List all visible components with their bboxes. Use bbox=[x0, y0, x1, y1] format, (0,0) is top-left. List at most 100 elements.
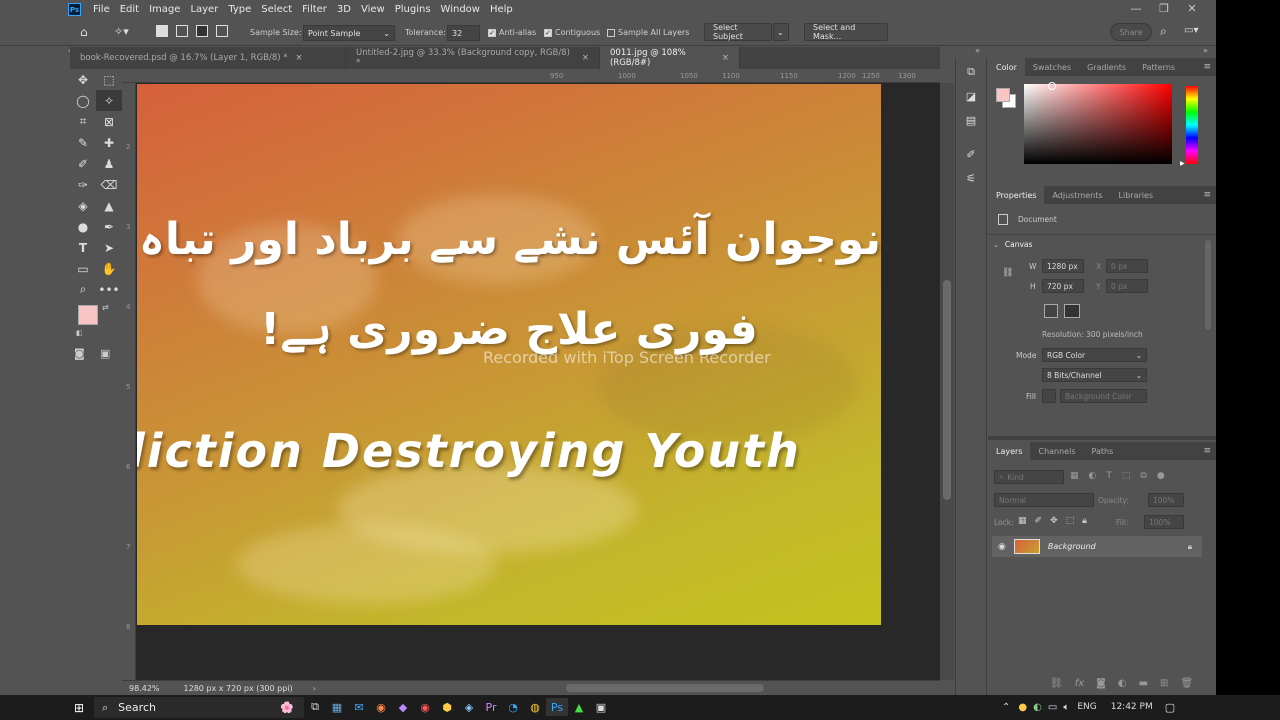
layer-effects-icon[interactable]: fx bbox=[1075, 678, 1084, 689]
more-tools-icon[interactable]: ••• bbox=[96, 279, 122, 300]
tab-channels[interactable]: Channels bbox=[1030, 442, 1083, 460]
smart-object-filter-icon[interactable]: ⧉ bbox=[1140, 471, 1146, 481]
zoom-tool-icon[interactable]: ⌕ bbox=[70, 279, 96, 300]
history-panel-icon[interactable]: ⧉ bbox=[961, 62, 981, 82]
close-tab-icon[interactable]: × bbox=[582, 53, 589, 63]
chrome-icon[interactable]: ◍ bbox=[524, 698, 546, 716]
volume-icon[interactable]: 🔈︎ bbox=[1063, 702, 1069, 713]
delete-layer-icon[interactable]: 🗑︎ bbox=[1180, 678, 1193, 689]
document-info[interactable]: 1280 px x 720 px (300 ppi) bbox=[184, 684, 293, 693]
add-mask-icon[interactable]: ◙ bbox=[1096, 678, 1106, 689]
link-dimensions-icon[interactable]: ⛓ bbox=[1002, 268, 1013, 278]
brush-settings-icon[interactable]: ✐ bbox=[961, 144, 981, 164]
status-menu-icon[interactable]: › bbox=[313, 684, 316, 693]
filter-toggle-icon[interactable]: ● bbox=[1157, 471, 1165, 481]
color-picker-field[interactable] bbox=[1024, 82, 1172, 164]
panel-menu-icon[interactable]: ≡ bbox=[1203, 190, 1211, 200]
shape-filter-icon[interactable]: ⬚ bbox=[1122, 471, 1131, 481]
eyedropper-tool-icon[interactable]: ✎ bbox=[70, 132, 96, 153]
brush-tool-icon[interactable]: ✐ bbox=[70, 153, 96, 174]
widgets-icon[interactable]: ▦ bbox=[326, 698, 348, 716]
new-selection-icon[interactable] bbox=[156, 25, 168, 37]
tab-properties[interactable]: Properties bbox=[988, 186, 1045, 204]
tab-book-recovered[interactable]: book-Recovered.psd @ 16.7% (Layer 1, RGB… bbox=[70, 47, 346, 69]
foreground-color-swatch[interactable] bbox=[78, 305, 98, 325]
expand-panel-icon[interactable]: » bbox=[1203, 46, 1208, 55]
tab-untitled-2[interactable]: Untitled-2.jpg @ 33.3% (Background copy,… bbox=[346, 47, 600, 69]
image-viewer-icon[interactable]: ▣ bbox=[590, 698, 612, 716]
network-icon[interactable]: ▭ bbox=[1048, 702, 1057, 713]
paint-bucket-tool-icon[interactable]: ◈ bbox=[70, 195, 96, 216]
opacity-input[interactable]: 100% bbox=[1148, 493, 1184, 507]
tray-app-icon[interactable]: ● bbox=[1018, 702, 1027, 713]
taskbar-search[interactable]: ⌕ Search 🌸 bbox=[94, 697, 304, 718]
horizontal-scroll-thumb[interactable] bbox=[566, 684, 764, 692]
new-group-icon[interactable]: ▬ bbox=[1139, 678, 1148, 689]
app-icon[interactable]: ◆ bbox=[392, 698, 414, 716]
lock-all-icon[interactable]: 🔒︎ bbox=[1082, 516, 1087, 526]
premiere-icon[interactable]: Pr bbox=[480, 698, 502, 716]
spreadsheet-icon[interactable]: ▲ bbox=[568, 698, 590, 716]
tab-layers[interactable]: Layers bbox=[988, 442, 1031, 460]
tray-app-icon-2[interactable]: ◐ bbox=[1033, 702, 1042, 713]
tab-patterns[interactable]: Patterns bbox=[1134, 58, 1183, 76]
photoshop-taskbar-icon[interactable]: Ps bbox=[546, 698, 568, 716]
portrait-orientation-icon[interactable] bbox=[1044, 304, 1058, 318]
menu-filter[interactable]: Filter bbox=[297, 4, 332, 15]
eraser-tool-icon[interactable]: ⌫ bbox=[96, 174, 122, 195]
add-selection-icon[interactable] bbox=[176, 25, 188, 37]
menu-select[interactable]: Select bbox=[256, 4, 297, 15]
zoom-level[interactable]: 98.42% bbox=[129, 684, 160, 693]
layer-name[interactable]: Background bbox=[1048, 542, 1096, 551]
swap-colors-icon[interactable]: ⇄ bbox=[102, 303, 109, 312]
menu-edit[interactable]: Edit bbox=[115, 4, 144, 15]
minimize-button[interactable]: — bbox=[1122, 2, 1150, 15]
type-filter-icon[interactable]: T bbox=[1106, 471, 1112, 481]
crop-tool-icon[interactable]: ⌗ bbox=[70, 111, 96, 132]
contiguous-checkbox[interactable]: ✓ Contiguous bbox=[544, 28, 604, 37]
blend-mode-select[interactable]: Normal bbox=[994, 493, 1094, 507]
tab-paths[interactable]: Paths bbox=[1084, 442, 1122, 460]
app-icon-2[interactable]: ◈ bbox=[458, 698, 480, 716]
tab-libraries[interactable]: Libraries bbox=[1111, 186, 1162, 204]
close-button[interactable]: ✕ bbox=[1178, 2, 1206, 15]
bit-depth-select[interactable]: 8 Bits/Channel ⌄ bbox=[1042, 368, 1147, 382]
search-icon[interactable]: ⌕ bbox=[1160, 24, 1167, 39]
frame-tool-icon[interactable]: ⊠ bbox=[96, 111, 122, 132]
tab-gradients[interactable]: Gradients bbox=[1079, 58, 1134, 76]
dodge-tool-icon[interactable]: ● bbox=[70, 216, 96, 237]
color-foreground-swatch[interactable] bbox=[996, 88, 1010, 102]
mode-select[interactable]: RGB Color ⌄ bbox=[1042, 348, 1147, 362]
notifications-icon[interactable]: ▢ bbox=[1165, 701, 1175, 714]
menu-file[interactable]: File bbox=[88, 4, 115, 15]
magic-wand-tool-icon[interactable]: ✧ bbox=[96, 90, 122, 111]
workspace-icon[interactable]: ▭▾ bbox=[1184, 25, 1198, 36]
sample-size-select[interactable]: Point Sample ⌄ bbox=[303, 25, 395, 41]
pixel-filter-icon[interactable]: ▦ bbox=[1070, 471, 1079, 481]
close-tab-icon[interactable]: × bbox=[722, 53, 729, 63]
hand-tool-icon[interactable]: ✋ bbox=[96, 258, 122, 279]
recorder-app-icon[interactable]: ◉ bbox=[414, 698, 436, 716]
anti-alias-checkbox[interactable]: ✓ Anti-alias bbox=[488, 28, 540, 37]
layer-kind-filter[interactable]: ⌕ Kind bbox=[994, 470, 1064, 484]
lock-pixels-icon[interactable]: ✐ bbox=[1035, 516, 1043, 526]
adjustments-sliders-icon[interactable]: ⚟ bbox=[961, 168, 981, 188]
share-button[interactable]: Share bbox=[1110, 23, 1152, 41]
hue-slider-handle-icon[interactable]: ▶ bbox=[1180, 160, 1185, 167]
fill-select[interactable]: Background Color bbox=[1060, 389, 1147, 403]
lasso-tool-icon[interactable]: ◯ bbox=[70, 90, 96, 111]
link-layers-icon[interactable]: ⛓ bbox=[1050, 678, 1063, 689]
default-colors-icon[interactable]: ◧ bbox=[76, 329, 83, 337]
visibility-eye-icon[interactable]: ◉ bbox=[998, 542, 1006, 552]
subtract-selection-icon[interactable] bbox=[196, 25, 208, 37]
select-subject-dropdown[interactable]: ⌄ bbox=[773, 23, 789, 41]
menu-3d[interactable]: 3D bbox=[332, 4, 356, 15]
document-canvas[interactable]: نوجوان آئس نشے سے برباد اور تباہ ہور فور… bbox=[137, 84, 881, 625]
pen-tool-icon[interactable]: ✒ bbox=[96, 216, 122, 237]
new-adjustment-layer-icon[interactable]: ◐ bbox=[1118, 678, 1127, 689]
language-indicator[interactable]: ENG bbox=[1077, 702, 1096, 712]
panel-menu-icon[interactable]: ≡ bbox=[1203, 446, 1211, 456]
sample-all-layers-checkbox[interactable]: Sample All Layers bbox=[607, 28, 693, 37]
clone-stamp-tool-icon[interactable]: ♟ bbox=[96, 153, 122, 174]
tab-0011[interactable]: 0011.jpg @ 108% (RGB/8#) × bbox=[600, 47, 740, 69]
